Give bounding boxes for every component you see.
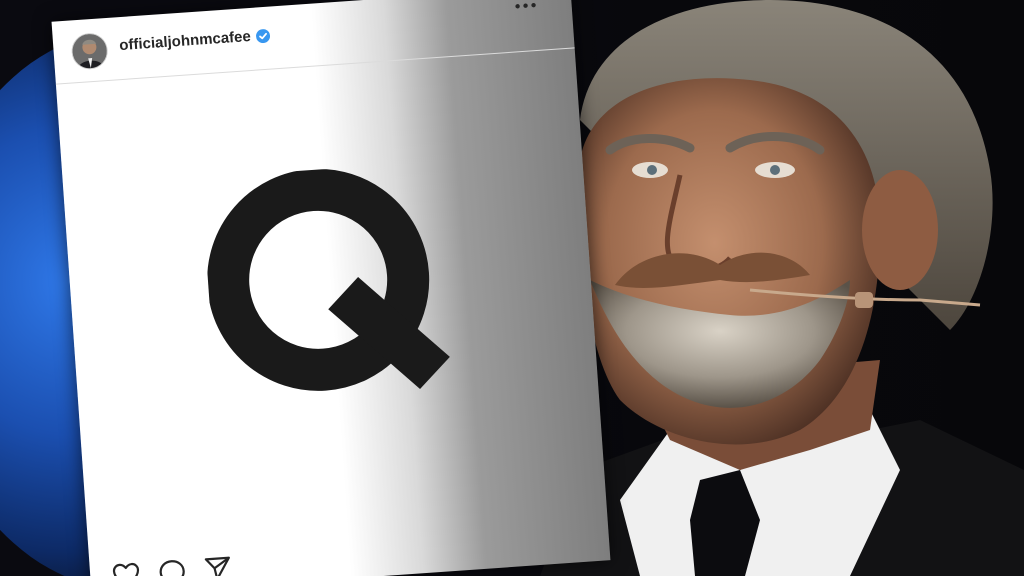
verified-badge-icon [255,28,270,43]
post-actions [111,555,233,576]
avatar-image [71,33,108,70]
instagram-post: officialjohnmcafee [51,0,611,576]
more-options-icon[interactable] [513,0,538,12]
username-row: officialjohnmcafee [119,27,271,54]
heart-icon[interactable] [111,561,141,576]
comment-icon[interactable] [157,558,187,576]
scene: officialjohnmcafee [0,0,1024,576]
share-icon[interactable] [203,555,233,576]
post-image-q-letter[interactable] [201,161,457,417]
avatar[interactable] [70,32,109,71]
username[interactable]: officialjohnmcafee [119,28,252,54]
